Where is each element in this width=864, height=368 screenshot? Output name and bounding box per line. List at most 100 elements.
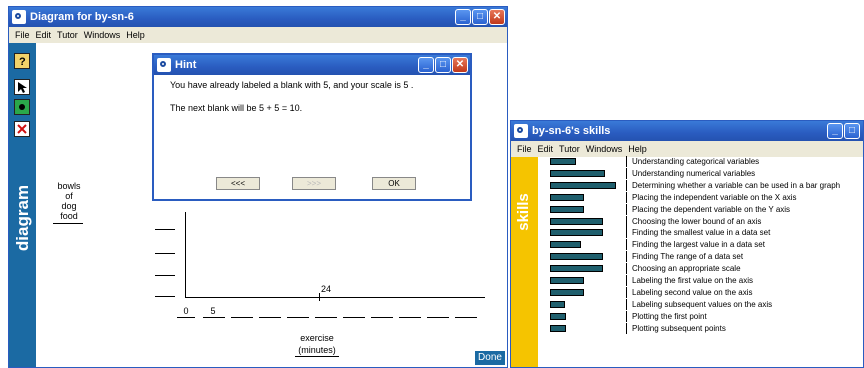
maximize-button[interactable]: □ xyxy=(844,123,860,139)
x-tick-blank[interactable] xyxy=(399,317,421,318)
skills-menubar: File Edit Tutor Windows Help xyxy=(511,141,863,157)
x-tick-blank[interactable] xyxy=(427,317,449,318)
skill-separator xyxy=(626,239,627,251)
x-tick-blank[interactable] xyxy=(287,317,309,318)
skill-separator xyxy=(626,310,627,322)
skill-level-bar xyxy=(550,253,603,261)
y-tick-blank[interactable] xyxy=(155,253,175,254)
maximize-button[interactable]: □ xyxy=(472,9,488,25)
skill-level-bar xyxy=(550,217,603,225)
pointer-icon[interactable] xyxy=(14,79,30,95)
x-tick-blank[interactable] xyxy=(259,317,281,318)
menu-windows[interactable]: Windows xyxy=(84,30,121,40)
skill-level-bar xyxy=(550,277,584,284)
x-tick-blank[interactable] xyxy=(455,317,477,318)
skill-separator xyxy=(626,203,627,215)
skill-label: Placing the independent variable on the … xyxy=(632,192,797,202)
skill-label: Understanding categorical variables xyxy=(632,157,760,166)
diagram-title: Diagram for by-sn-6 xyxy=(30,11,134,23)
skill-level-bar xyxy=(550,158,576,165)
minimize-button[interactable]: _ xyxy=(827,123,843,139)
x-tick-label-0[interactable]: 0 xyxy=(179,306,193,316)
x-tick-blank[interactable] xyxy=(315,317,337,318)
x-axis xyxy=(185,297,485,298)
diagram-titlebar[interactable]: Diagram for by-sn-6 _ □ ✕ xyxy=(9,7,507,27)
skill-level-bar xyxy=(550,265,603,273)
hint-title: Hint xyxy=(175,59,197,71)
done-button[interactable]: Done xyxy=(475,351,505,365)
skill-label: Plotting subsequent points xyxy=(632,323,726,333)
hint-titlebar[interactable]: Hint _ □ ✕ xyxy=(154,55,470,75)
y-tick-blank[interactable] xyxy=(155,229,175,230)
hint-dialog: Hint _ □ ✕ You have already labeled a bl… xyxy=(152,53,472,201)
menu-windows[interactable]: Windows xyxy=(586,144,623,154)
help-icon[interactable]: ? xyxy=(14,53,30,69)
y-axis-label-line1: bowls xyxy=(57,181,81,191)
x-tick-blank[interactable] xyxy=(343,317,365,318)
close-button[interactable]: ✕ xyxy=(452,57,468,73)
skill-separator xyxy=(626,167,627,179)
skill-separator xyxy=(626,227,627,239)
skill-level-bar xyxy=(550,324,566,332)
menu-file[interactable]: File xyxy=(517,144,532,154)
app-icon xyxy=(514,124,528,138)
ok-button[interactable]: OK xyxy=(372,177,416,190)
skill-label: Finding the smallest value in a data set xyxy=(632,228,771,238)
y-tick-blank[interactable] xyxy=(155,296,175,297)
skill-level-bar xyxy=(550,181,616,189)
x-tick-blank[interactable] xyxy=(371,317,393,318)
skill-label: Labeling subsequent values on the axis xyxy=(632,299,773,309)
menu-help[interactable]: Help xyxy=(628,144,647,154)
skill-separator xyxy=(626,263,627,275)
skill-label: Finding The range of a data set xyxy=(632,252,744,262)
minimize-button[interactable]: _ xyxy=(418,57,434,73)
x-tick-blank[interactable] xyxy=(231,317,253,318)
point-tool-icon[interactable] xyxy=(14,99,30,115)
skill-separator xyxy=(626,215,627,227)
menu-edit[interactable]: Edit xyxy=(538,144,554,154)
skill-separator xyxy=(626,191,627,203)
minimize-button[interactable]: _ xyxy=(455,9,471,25)
x-axis-label-underline xyxy=(295,356,339,357)
menu-help[interactable]: Help xyxy=(126,30,145,40)
hint-text-line1: You have already labeled a blank with 5,… xyxy=(170,80,414,90)
skills-sidebar: skills xyxy=(511,157,538,367)
skill-label: Plotting the first point xyxy=(632,311,707,321)
x-axis-label-line1: exercise xyxy=(300,333,334,343)
x-tick-label-1[interactable]: 5 xyxy=(206,306,220,316)
hint-text-line2: The next blank will be 5 + 5 = 10. xyxy=(170,103,303,113)
x-tick-blank xyxy=(177,317,195,318)
next-hint-button[interactable]: >>> xyxy=(292,177,336,190)
skill-label: Labeling the first value on the axis xyxy=(632,276,753,285)
skills-titlebar[interactable]: by-sn-6's skills _ □ xyxy=(511,121,863,141)
menu-tutor[interactable]: Tutor xyxy=(57,30,78,40)
delete-icon[interactable] xyxy=(14,121,30,137)
previous-hint-button[interactable]: <<< xyxy=(216,177,260,190)
y-tick-blank[interactable] xyxy=(155,275,175,276)
menu-file[interactable]: File xyxy=(15,30,30,40)
svg-text:?: ? xyxy=(19,56,26,68)
menu-edit[interactable]: Edit xyxy=(36,30,52,40)
menu-tutor[interactable]: Tutor xyxy=(559,144,580,154)
skill-label: Placing the dependent variable on the Y … xyxy=(632,204,791,214)
maximize-button[interactable]: □ xyxy=(435,57,451,73)
app-icon xyxy=(12,10,26,24)
skill-label: Finding the largest value in a data set xyxy=(632,240,765,250)
skill-level-bar xyxy=(550,300,565,308)
skill-separator xyxy=(626,286,627,298)
y-axis-label-line2: of xyxy=(65,191,73,201)
skill-separator xyxy=(626,322,627,334)
skill-separator xyxy=(626,156,627,167)
skill-label: Choosing an appropriate scale xyxy=(632,264,741,274)
diagram-side-label: diagram xyxy=(13,184,32,252)
diagram-menubar: File Edit Tutor Windows Help xyxy=(9,27,507,43)
skill-level-bar xyxy=(550,193,584,201)
skills-side-label: skills xyxy=(515,193,532,231)
skill-label: Choosing the lower bound of an axis xyxy=(632,216,762,226)
plotted-point-tick xyxy=(319,293,320,301)
skill-label: Determining whether a variable can be us… xyxy=(632,180,841,190)
skill-separator xyxy=(626,251,627,263)
skill-level-bar xyxy=(550,288,584,296)
skill-level-bar xyxy=(550,312,566,320)
close-button[interactable]: ✕ xyxy=(489,9,505,25)
